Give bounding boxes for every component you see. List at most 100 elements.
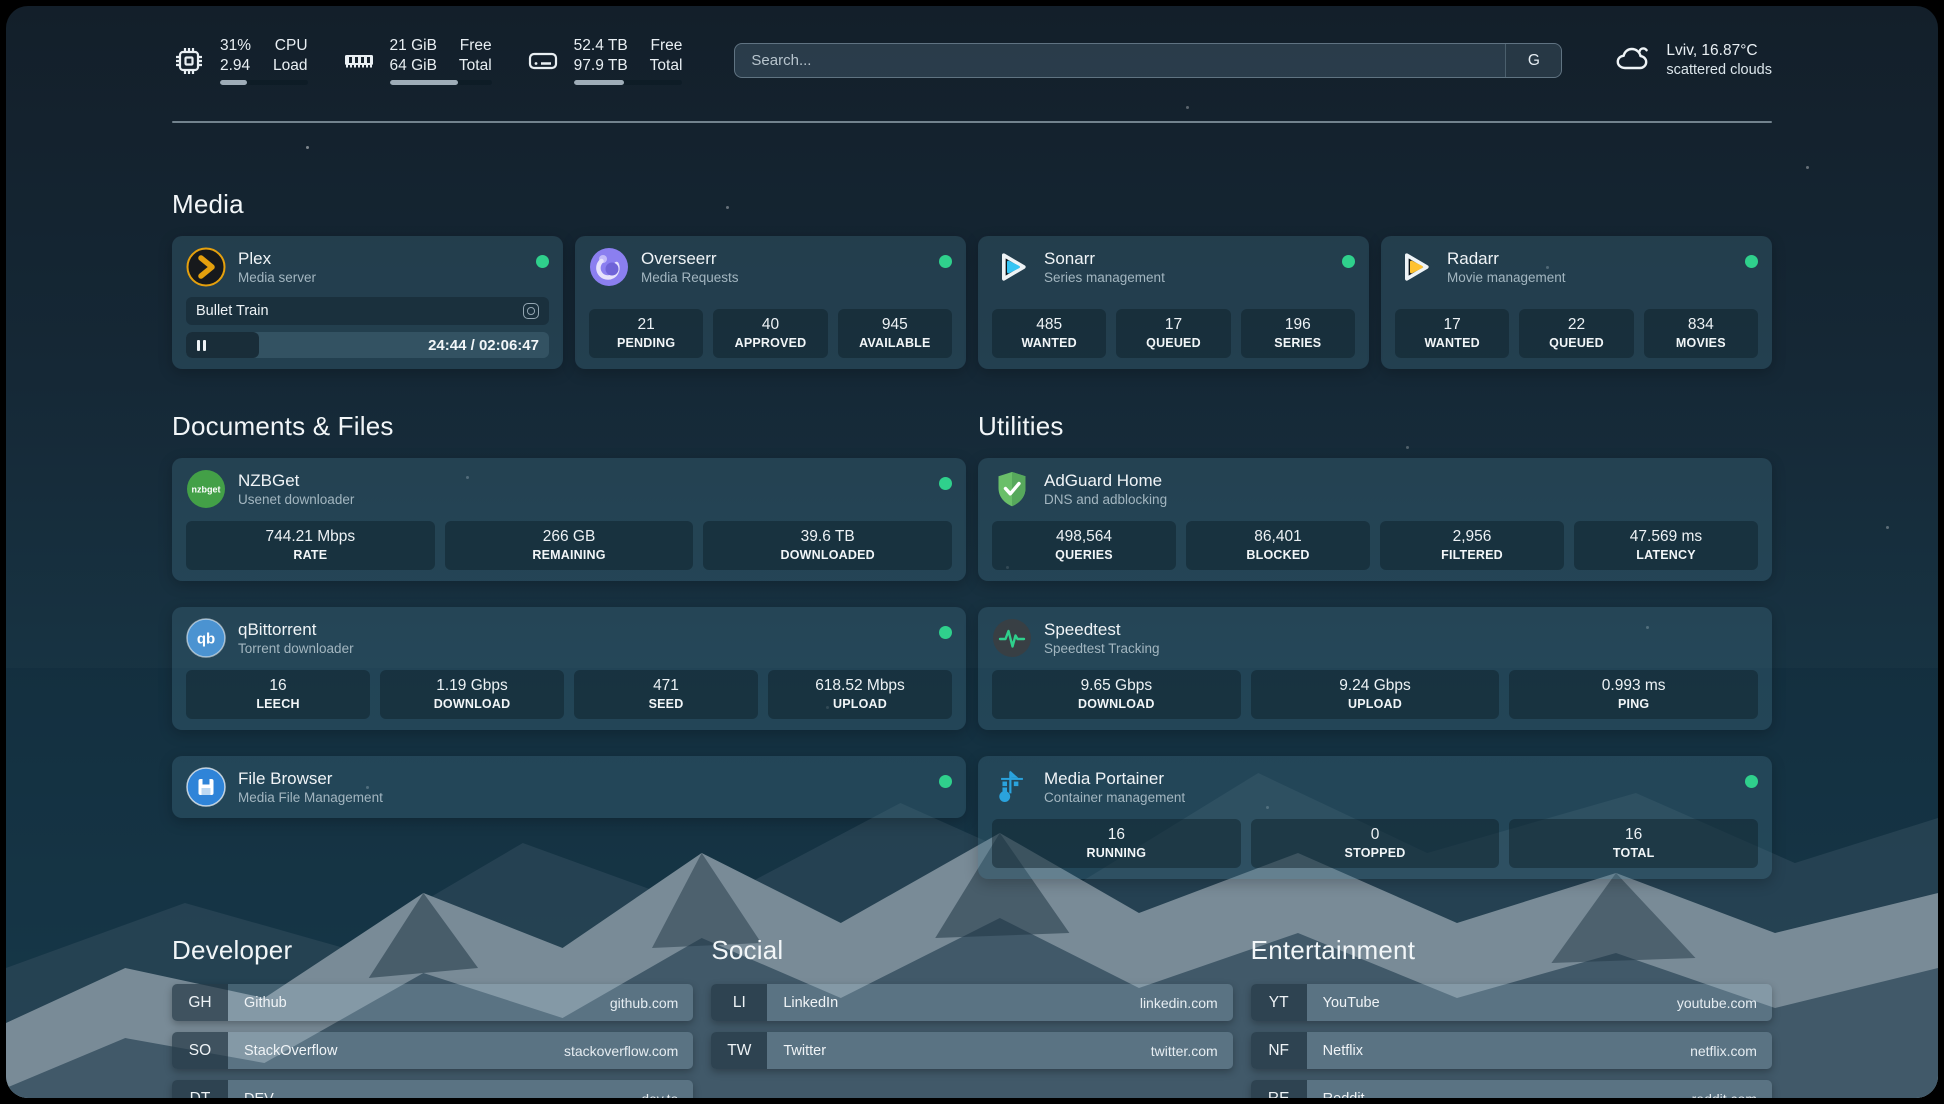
stat-running: 16 RUNNING xyxy=(992,819,1241,868)
sonarr-icon xyxy=(992,247,1032,287)
bookmark-abbr: GH xyxy=(172,984,228,1021)
bookmark-abbr: SO xyxy=(172,1032,228,1069)
stat-leech: 16 LEECH xyxy=(186,670,370,719)
bookmark-name: LinkedIn xyxy=(767,995,838,1011)
search-bar[interactable]: G xyxy=(734,43,1562,78)
bookmark-youtube[interactable]: YT YouTube youtube.com xyxy=(1251,984,1772,1021)
app-desc: Media Requests xyxy=(641,269,739,287)
status-dot xyxy=(939,775,952,788)
app-card-nzbget[interactable]: nzbget NZBGet Usenet downloader 744.21 M… xyxy=(172,458,966,581)
bookmark-twitter[interactable]: TW Twitter twitter.com xyxy=(711,1032,1232,1069)
app-card-speedtest[interactable]: Speedtest Speedtest Tracking 9.65 Gbps D… xyxy=(978,607,1772,730)
weather-condition: scattered clouds xyxy=(1666,61,1772,80)
memory-progress-bar xyxy=(390,80,492,85)
bookmark-stackoverflow[interactable]: SO StackOverflow stackoverflow.com xyxy=(172,1032,693,1069)
now-playing-title: Bullet Train xyxy=(196,303,269,319)
stat-latency: 47.569 ms LATENCY xyxy=(1574,521,1758,570)
bookmark-dev[interactable]: DT DEV dev.to xyxy=(172,1080,693,1098)
developer-column: Developer GH Github github.com SO StackO… xyxy=(172,935,693,1098)
stat-total: 16 TOTAL xyxy=(1509,819,1758,868)
bookmark-name: Twitter xyxy=(767,1043,826,1059)
bookmark-linkedin[interactable]: LI LinkedIn linkedin.com xyxy=(711,984,1232,1021)
app-desc: Torrent downloader xyxy=(238,640,354,658)
app-name: Radarr xyxy=(1447,248,1566,269)
storage-free-label: Free xyxy=(650,36,683,55)
cpu-usage-label: CPU xyxy=(273,36,307,55)
storage-total-value: 97.9 TB xyxy=(574,56,628,75)
stat-queries: 498,564 QUERIES xyxy=(992,521,1176,570)
svg-text:qb: qb xyxy=(197,631,215,648)
app-desc: Movie management xyxy=(1447,269,1566,287)
stat-stopped: 0 STOPPED xyxy=(1251,819,1500,868)
app-card-radarr[interactable]: Radarr Movie management 17 WANTED 22 QUE… xyxy=(1381,236,1772,369)
stat-upload: 618.52 Mbps UPLOAD xyxy=(768,670,952,719)
app-card-filebrowser[interactable]: File Browser Media File Management xyxy=(172,756,966,818)
section-title-utilities: Utilities xyxy=(978,411,1772,442)
cloud-icon xyxy=(1614,41,1654,80)
memory-icon xyxy=(342,44,376,78)
stat-remaining: 266 GB REMAINING xyxy=(445,521,694,570)
section-title-entertainment: Entertainment xyxy=(1251,935,1772,966)
bookmark-reddit[interactable]: RE Reddit reddit.com xyxy=(1251,1080,1772,1098)
stat-upload: 9.24 Gbps UPLOAD xyxy=(1251,670,1500,719)
stat-downloaded: 39.6 TB DOWNLOADED xyxy=(703,521,952,570)
cpu-load-value: 2.94 xyxy=(220,56,251,75)
stat-blocked: 86,401 BLOCKED xyxy=(1186,521,1370,570)
svg-text:nzbget: nzbget xyxy=(192,485,221,495)
nzbget-icon: nzbget xyxy=(186,469,226,509)
stat-rate: 744.21 Mbps RATE xyxy=(186,521,435,570)
search-engine-button[interactable]: G xyxy=(1505,44,1561,77)
cpu-progress-bar xyxy=(220,80,308,85)
stat-filtered: 2,956 FILTERED xyxy=(1380,521,1564,570)
bookmark-abbr: YT xyxy=(1251,984,1307,1021)
app-card-sonarr[interactable]: Sonarr Series management 485 WANTED 17 Q… xyxy=(978,236,1369,369)
memory-widget: 21 GiB Free 64 GiB Total xyxy=(342,36,492,85)
section-title-documents: Documents & Files xyxy=(172,411,966,442)
section-title-developer: Developer xyxy=(172,935,693,966)
session-icon[interactable] xyxy=(523,303,539,319)
bookmark-url: youtube.com xyxy=(1677,995,1772,1011)
search-input[interactable] xyxy=(735,44,1505,77)
storage-widget: 52.4 TB Free 97.9 TB Total xyxy=(526,36,683,85)
app-name: File Browser xyxy=(238,768,383,789)
app-name: qBittorrent xyxy=(238,619,354,640)
app-name: Plex xyxy=(238,248,316,269)
app-name: Media Portainer xyxy=(1044,768,1185,789)
entertainment-column: Entertainment YT YouTube youtube.com NF … xyxy=(1251,935,1772,1098)
radarr-icon xyxy=(1395,247,1435,287)
app-card-plex[interactable]: Plex Media server Bullet Train 24:44 / 0… xyxy=(172,236,563,369)
memory-total-label: Total xyxy=(459,56,492,75)
weather-location-temp: Lviv, 16.87°C xyxy=(1666,41,1772,61)
stat-pending: 21 PENDING xyxy=(589,309,703,358)
top-bar: 31% CPU 2.94 Load xyxy=(172,6,1772,85)
app-card-overseerr[interactable]: Overseerr Media Requests 21 PENDING 40 A… xyxy=(575,236,966,369)
bookmark-name: DEV xyxy=(228,1091,274,1099)
app-name: NZBGet xyxy=(238,470,354,491)
app-card-portainer[interactable]: Media Portainer Container management 16 … xyxy=(978,756,1772,879)
stat-queued: 22 QUEUED xyxy=(1519,309,1633,358)
plex-icon xyxy=(186,247,226,287)
pause-icon[interactable] xyxy=(197,340,206,351)
bookmark-github[interactable]: GH Github github.com xyxy=(172,984,693,1021)
app-desc: Container management xyxy=(1044,789,1185,807)
playback-time: 24:44 / 02:06:47 xyxy=(428,337,549,354)
app-name: Sonarr xyxy=(1044,248,1165,269)
app-name: AdGuard Home xyxy=(1044,470,1167,491)
qbittorrent-icon: qb xyxy=(186,618,226,658)
app-card-qbittorrent[interactable]: qb qBittorrent Torrent downloader 16 xyxy=(172,607,966,730)
bookmark-name: Netflix xyxy=(1307,1043,1363,1059)
bookmark-url: netflix.com xyxy=(1690,1043,1772,1059)
bookmark-abbr: TW xyxy=(711,1032,767,1069)
app-card-adguard[interactable]: AdGuard Home DNS and adblocking 498,564 … xyxy=(978,458,1772,581)
stat-wanted: 17 WANTED xyxy=(1395,309,1509,358)
stat-download: 9.65 Gbps DOWNLOAD xyxy=(992,670,1241,719)
bookmark-netflix[interactable]: NF Netflix netflix.com xyxy=(1251,1032,1772,1069)
bookmark-url: reddit.com xyxy=(1692,1091,1772,1099)
stat-queued: 17 QUEUED xyxy=(1116,309,1230,358)
speedtest-pulse-icon xyxy=(992,618,1032,658)
stat-approved: 40 APPROVED xyxy=(713,309,827,358)
stat-download: 1.19 Gbps DOWNLOAD xyxy=(380,670,564,719)
stat-series: 196 SERIES xyxy=(1241,309,1355,358)
stat-movies: 834 MOVIES xyxy=(1644,309,1758,358)
bookmark-name: Reddit xyxy=(1307,1091,1365,1099)
